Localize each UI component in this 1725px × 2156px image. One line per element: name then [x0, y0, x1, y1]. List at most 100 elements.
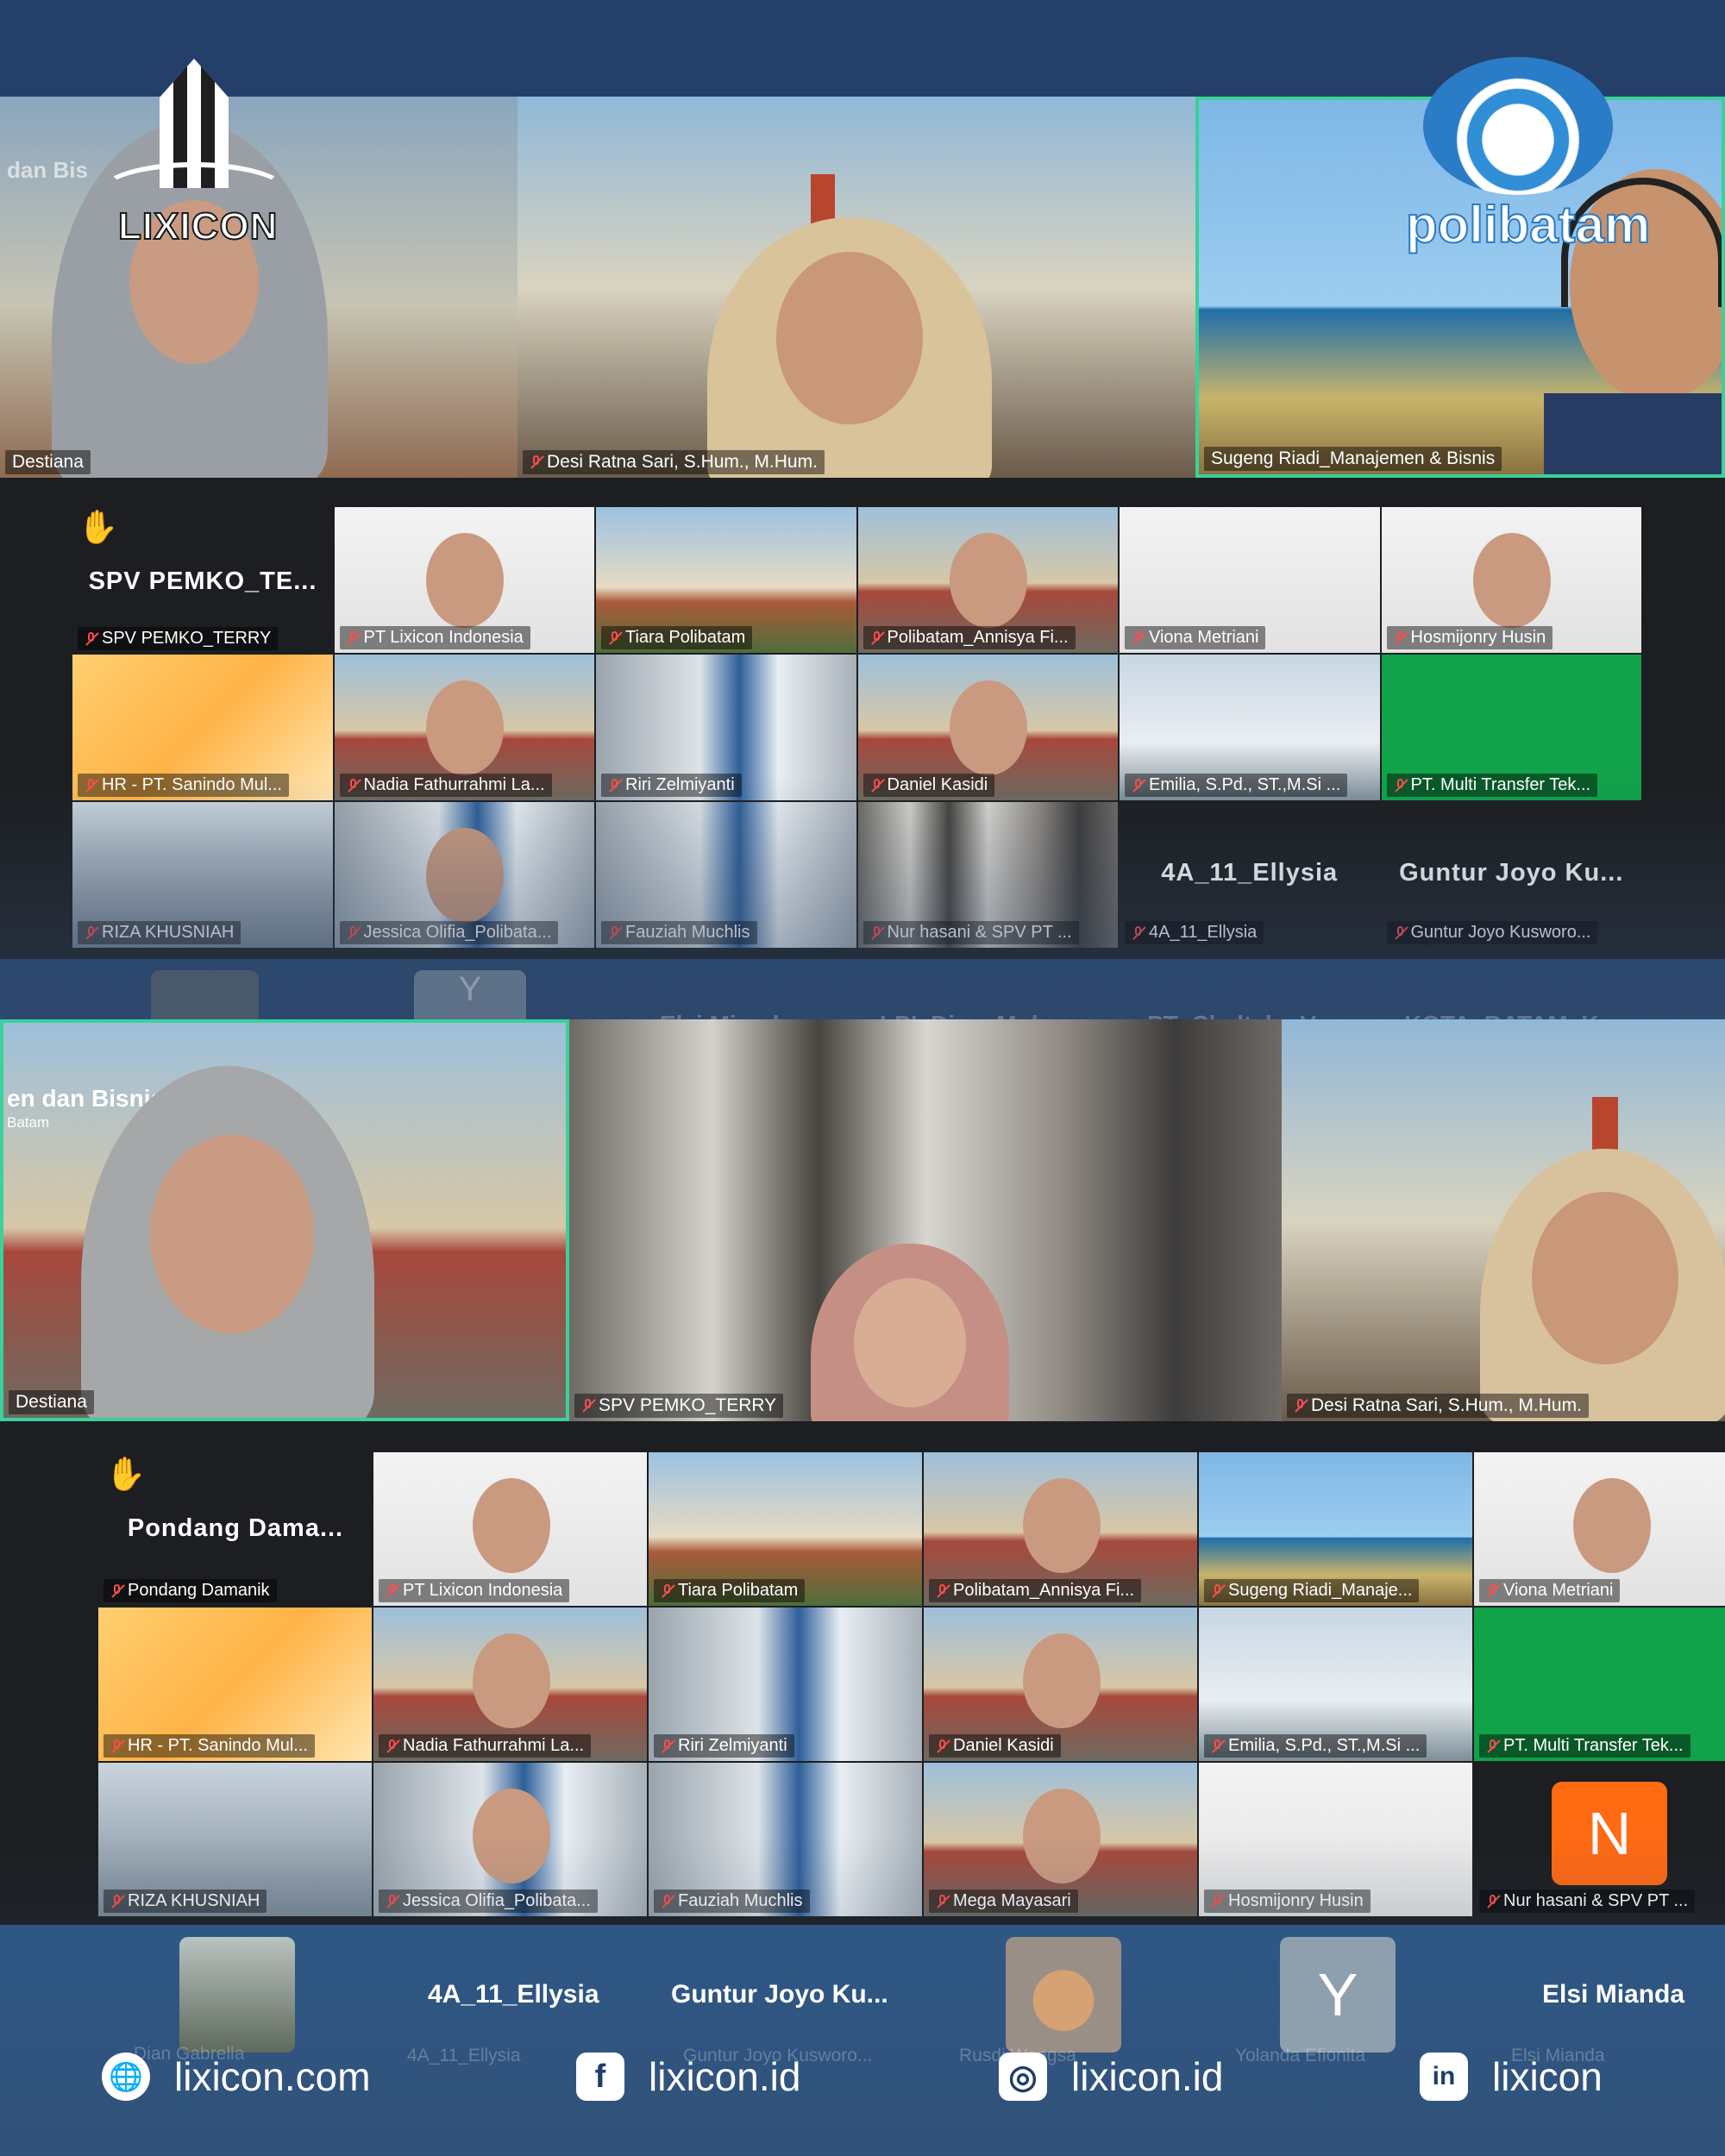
- participant-face: [854, 1278, 966, 1407]
- participant-name: Sugeng Riadi_Manajemen & Bisnis: [1204, 447, 1502, 471]
- speaker-tile-destiana[interactable]: en dan Bisnis Batam Destiana: [0, 1019, 569, 1421]
- participant-name: PT Lixicon Indonesia: [379, 1579, 570, 1602]
- raised-hand-tile[interactable]: SPV PEMKO_TE... SPV PEMKO_TERRY: [72, 507, 333, 654]
- facebook-link[interactable]: f lixicon.id: [576, 2053, 800, 2101]
- participant-face: [950, 533, 1028, 628]
- participant-name: Polibatam_Annisya Fi...: [862, 626, 1076, 649]
- logo-wordmark: LIXICON: [117, 204, 279, 248]
- participant-face: [1572, 1478, 1651, 1573]
- mic-muted-icon: [581, 1399, 595, 1413]
- participant-tile[interactable]: Sugeng Riadi_Manaje...: [1199, 1452, 1472, 1606]
- participant-tile[interactable]: Polibatam_Annisya Fi...: [857, 507, 1118, 653]
- raised-hand-tile[interactable]: Pondang Dama... Pondang Damanik: [98, 1452, 373, 1606]
- participant-tile[interactable]: Viona Metriani: [1474, 1452, 1725, 1606]
- lixicon-logo: LIXICON: [99, 59, 289, 257]
- participant-tile[interactable]: HR - PT. Sanindo Mul...: [98, 1608, 372, 1761]
- participant-name: Viona Metriani: [1125, 626, 1266, 649]
- participant-name: Emilia, S.Pd., ST.,M.Si ...: [1204, 1734, 1427, 1758]
- participant-face: [776, 252, 923, 424]
- mic-muted-icon: [608, 630, 622, 645]
- mic-muted-icon: [110, 1739, 124, 1753]
- linkedin-icon: in: [1420, 2053, 1468, 2101]
- screen-fade-overlay: [0, 776, 1725, 1018]
- participant-face: [1473, 533, 1552, 628]
- mic-muted-icon: [661, 1739, 674, 1753]
- participant-name: Tiara Polibatam: [654, 1579, 806, 1602]
- mic-muted-icon: [870, 630, 884, 645]
- participant-face: [1022, 1478, 1101, 1573]
- ghost-avatar-photo: [151, 970, 259, 1022]
- participant-name: Hosmijonry Husin: [1386, 626, 1553, 649]
- raised-hand-name: SPV PEMKO_TE...: [88, 567, 317, 595]
- mic-muted-icon: [1132, 630, 1145, 645]
- logo-wordmark: polibatam: [1405, 195, 1651, 254]
- participant-tile[interactable]: Riri Zelmiyanti: [649, 1608, 922, 1761]
- participant-name-big: 4A_11_Ellysia: [428, 1980, 599, 2009]
- background-text: dan Bis: [7, 157, 88, 183]
- website-text: lixicon.com: [174, 2054, 371, 2099]
- participant-tile[interactable]: PT. Multi Transfer Tek...: [1474, 1608, 1725, 1761]
- mic-muted-icon: [85, 631, 98, 646]
- raised-hand-name: Pondang Dama...: [127, 1514, 344, 1542]
- globe-icon: [1423, 57, 1613, 195]
- facebook-icon: f: [576, 2053, 624, 2101]
- participant-name: Sugeng Riadi_Manaje...: [1204, 1579, 1420, 1602]
- participant-tile[interactable]: Tiara Polibatam: [649, 1452, 922, 1606]
- participant-tile[interactable]: Polibatam_Annisya Fi...: [924, 1452, 1197, 1606]
- participant-name: Polibatam_Annisya Fi...: [929, 1579, 1142, 1602]
- mic-muted-icon: [110, 1583, 124, 1598]
- mic-muted-icon: [936, 1583, 950, 1598]
- participant-name-big: Elsi Mianda: [1542, 1980, 1685, 2009]
- participant-name: SPV PEMKO_TERRY: [78, 627, 279, 650]
- participant-name: HR - PT. Sanindo Mul...: [104, 1734, 315, 1758]
- participant-name: PT Lixicon Indonesia: [339, 626, 530, 649]
- participant-face: [950, 680, 1028, 775]
- speaker-tile-desi[interactable]: Desi Ratna Sari, S.Hum., M.Hum.: [518, 97, 1195, 478]
- participant-tile[interactable]: Viona Metriani: [1120, 507, 1380, 653]
- instagram-icon: ◎: [999, 2053, 1047, 2101]
- linkedin-text: lixicon: [1492, 2054, 1603, 2099]
- speaker-tile-desi[interactable]: Desi Ratna Sari, S.Hum., M.Hum.: [1282, 1019, 1725, 1421]
- social-footer: 🌐 lixicon.com f lixicon.id ◎ lixicon.id …: [0, 2035, 1725, 2139]
- mic-muted-icon: [386, 1739, 399, 1753]
- participant-face: [150, 1135, 314, 1333]
- participant-tile[interactable]: PT Lixicon Indonesia: [373, 1452, 647, 1606]
- facebook-text: lixicon.id: [649, 2054, 801, 2099]
- participant-face: [1022, 1633, 1101, 1728]
- participant-face: [426, 680, 505, 775]
- participant-name: Desi Ratna Sari, S.Hum., M.Hum.: [523, 450, 825, 474]
- participant-face: [472, 1478, 550, 1573]
- polibatam-logo: polibatam: [1405, 57, 1651, 255]
- participant-name: Nadia Fathurrahmi La...: [379, 1734, 592, 1758]
- website-link[interactable]: 🌐 lixicon.com: [102, 2053, 371, 2101]
- mic-muted-icon: [661, 1583, 674, 1598]
- mic-muted-icon: [1486, 1739, 1500, 1753]
- instagram-link[interactable]: ◎ lixicon.id: [999, 2053, 1223, 2101]
- participant-name: Destiana: [5, 450, 91, 474]
- participant-tile[interactable]: Hosmijonry Husin: [1381, 507, 1641, 653]
- participant-name: SPV PEMKO_TERRY: [574, 1394, 784, 1418]
- participant-face: [472, 1633, 550, 1728]
- linkedin-link[interactable]: in lixicon: [1420, 2053, 1603, 2101]
- participant-tile[interactable]: Tiara Polibatam: [596, 507, 856, 653]
- participant-face: [1532, 1192, 1678, 1364]
- participant-tile[interactable]: Emilia, S.Pd., ST.,M.Si ...: [1199, 1608, 1472, 1761]
- mic-muted-icon: [386, 1583, 399, 1598]
- mic-muted-icon: [530, 455, 543, 469]
- participant-tile[interactable]: PT Lixicon Indonesia: [334, 507, 594, 653]
- mic-muted-icon: [1211, 1583, 1225, 1598]
- participant-name: Tiara Polibatam: [601, 626, 753, 649]
- participant-name: Desi Ratna Sari, S.Hum., M.Hum.: [1287, 1394, 1589, 1418]
- participant-tile[interactable]: Nadia Fathurrahmi La...: [373, 1608, 647, 1761]
- mic-muted-icon: [936, 1739, 950, 1753]
- ghost-avatar: Y: [414, 970, 526, 1022]
- mic-muted-icon: [1394, 630, 1408, 645]
- participant-face: [426, 533, 505, 628]
- participant-name: Viona Metriani: [1479, 1579, 1621, 1602]
- participant-tile[interactable]: Daniel Kasidi: [924, 1608, 1197, 1761]
- instagram-text: lixicon.id: [1071, 2054, 1224, 2099]
- participant-name: Destiana: [9, 1390, 94, 1414]
- mic-muted-icon: [1486, 1583, 1500, 1598]
- speaker-tile-spv-pemko[interactable]: SPV PEMKO_TERRY: [569, 1019, 1282, 1421]
- mic-muted-icon: [347, 630, 361, 645]
